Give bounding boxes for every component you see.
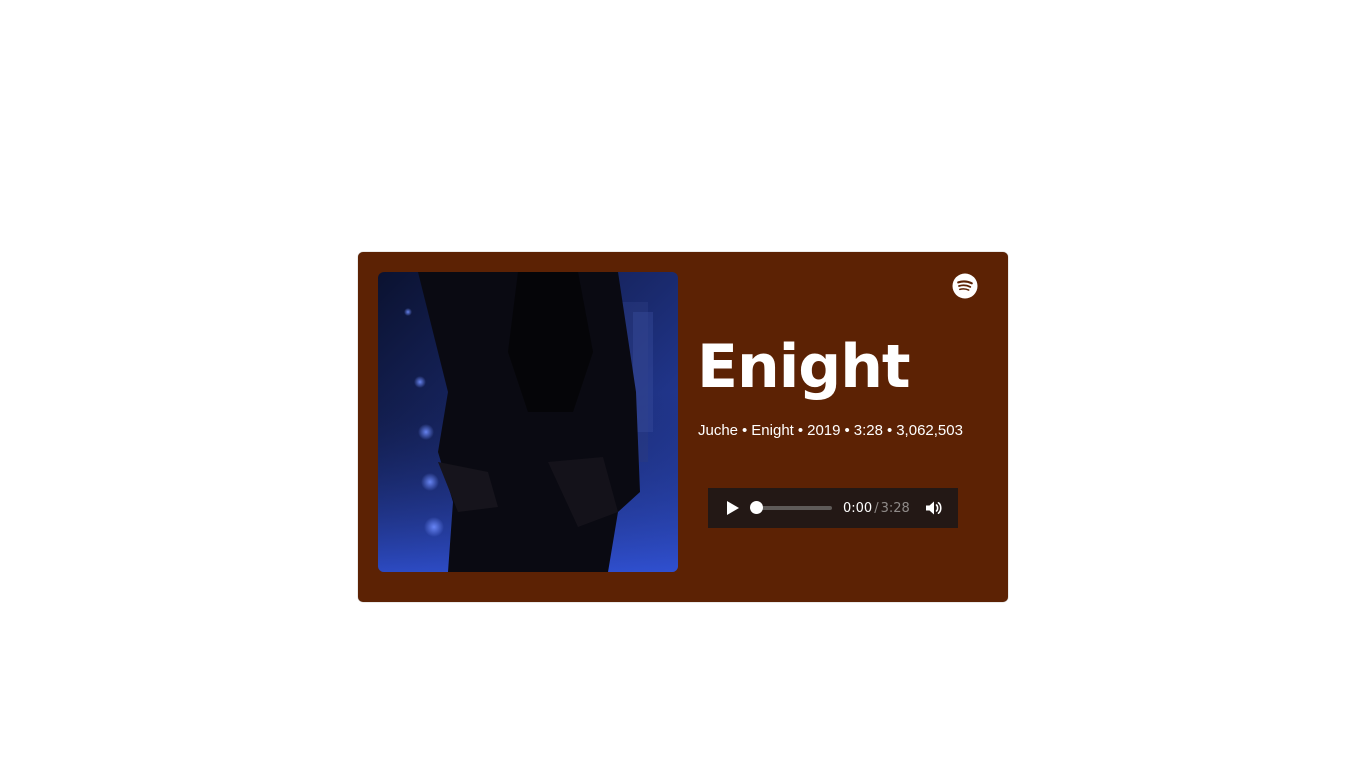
separator: • xyxy=(886,422,893,439)
time-separator: / xyxy=(874,500,879,516)
album-artwork[interactable] xyxy=(378,272,678,572)
track-metadata: Juche • Enight • 2019 • 3:28 • 3,062,503 xyxy=(698,422,963,440)
spotify-icon xyxy=(952,273,978,299)
play-button[interactable] xyxy=(724,499,742,517)
total-time: 3:28 xyxy=(880,500,910,516)
artist-link[interactable]: Juche xyxy=(698,422,738,439)
time-display: 0:00/3:28 xyxy=(843,501,910,516)
release-year: 2019 xyxy=(807,422,841,439)
spotify-embed-card: Enight Juche • Enight • 2019 • 3:28 • 3,062,503 … xyxy=(358,252,1008,602)
volume-icon xyxy=(925,501,942,515)
seek-bar[interactable] xyxy=(750,501,832,514)
audio-player: 0:00/3:28 xyxy=(708,488,958,528)
album-cover-image xyxy=(378,272,678,572)
play-count: 3,062,503 xyxy=(896,422,963,439)
play-icon xyxy=(727,501,739,515)
separator: • xyxy=(844,422,850,439)
track-title[interactable]: Enight xyxy=(697,328,911,406)
current-time: 0:00 xyxy=(843,500,873,516)
seek-bar-thumb[interactable] xyxy=(750,501,763,514)
album-link[interactable]: Enight xyxy=(751,422,794,439)
separator: • xyxy=(742,422,748,439)
volume-button[interactable] xyxy=(924,499,944,517)
spotify-logo[interactable] xyxy=(952,273,978,299)
track-duration: 3:28 xyxy=(853,422,883,439)
separator: • xyxy=(797,422,804,439)
